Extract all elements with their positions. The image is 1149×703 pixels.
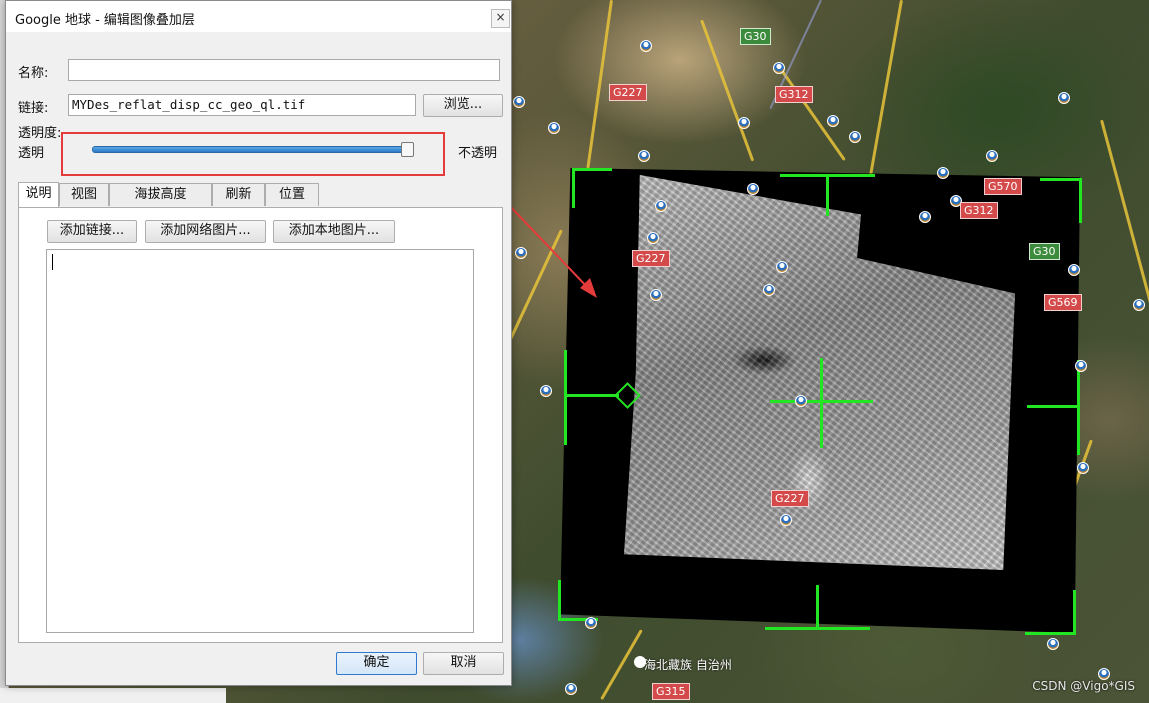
annotation-highlight-box bbox=[61, 132, 445, 176]
add-local-image-button[interactable]: 添加本地图片... bbox=[273, 220, 395, 243]
browse-button[interactable]: 浏览... bbox=[423, 94, 503, 117]
tab-refresh[interactable]: 刷新 bbox=[212, 183, 265, 206]
slider-opaque-label: 不透明 bbox=[458, 146, 498, 161]
tab-altitude[interactable]: 海拔高度 bbox=[109, 183, 212, 206]
add-link-button[interactable]: 添加链接... bbox=[47, 220, 137, 243]
text-caret bbox=[52, 254, 53, 270]
name-label: 名称: bbox=[18, 66, 49, 81]
link-label: 链接: bbox=[18, 101, 49, 116]
tab-view[interactable]: 视图 bbox=[59, 183, 109, 206]
cancel-button[interactable]: 取消 bbox=[423, 652, 504, 675]
dialog-title: Google 地球 - 编辑图像叠加层 bbox=[15, 13, 195, 28]
background-window-edge bbox=[0, 688, 226, 703]
link-field[interactable]: MYDes_reflat_disp_cc_geo_ql.tif bbox=[68, 94, 416, 116]
slider-transparent-label: 透明 bbox=[18, 146, 45, 161]
ok-button[interactable]: 确定 bbox=[336, 652, 417, 675]
tab-location[interactable]: 位置 bbox=[265, 183, 319, 206]
edit-image-overlay-dialog: Google 地球 - 编辑图像叠加层 × 名称: 链接: MYDes_refl… bbox=[5, 0, 512, 686]
name-field[interactable] bbox=[68, 59, 500, 81]
description-textarea[interactable] bbox=[46, 249, 474, 633]
dialog-titlebar[interactable]: Google 地球 - 编辑图像叠加层 × bbox=[6, 1, 511, 32]
tab-description[interactable]: 说明 bbox=[18, 182, 59, 207]
close-button[interactable]: × bbox=[491, 9, 510, 28]
transparency-label: 透明度: bbox=[18, 126, 62, 141]
add-web-image-button[interactable]: 添加网络图片... bbox=[145, 220, 266, 243]
